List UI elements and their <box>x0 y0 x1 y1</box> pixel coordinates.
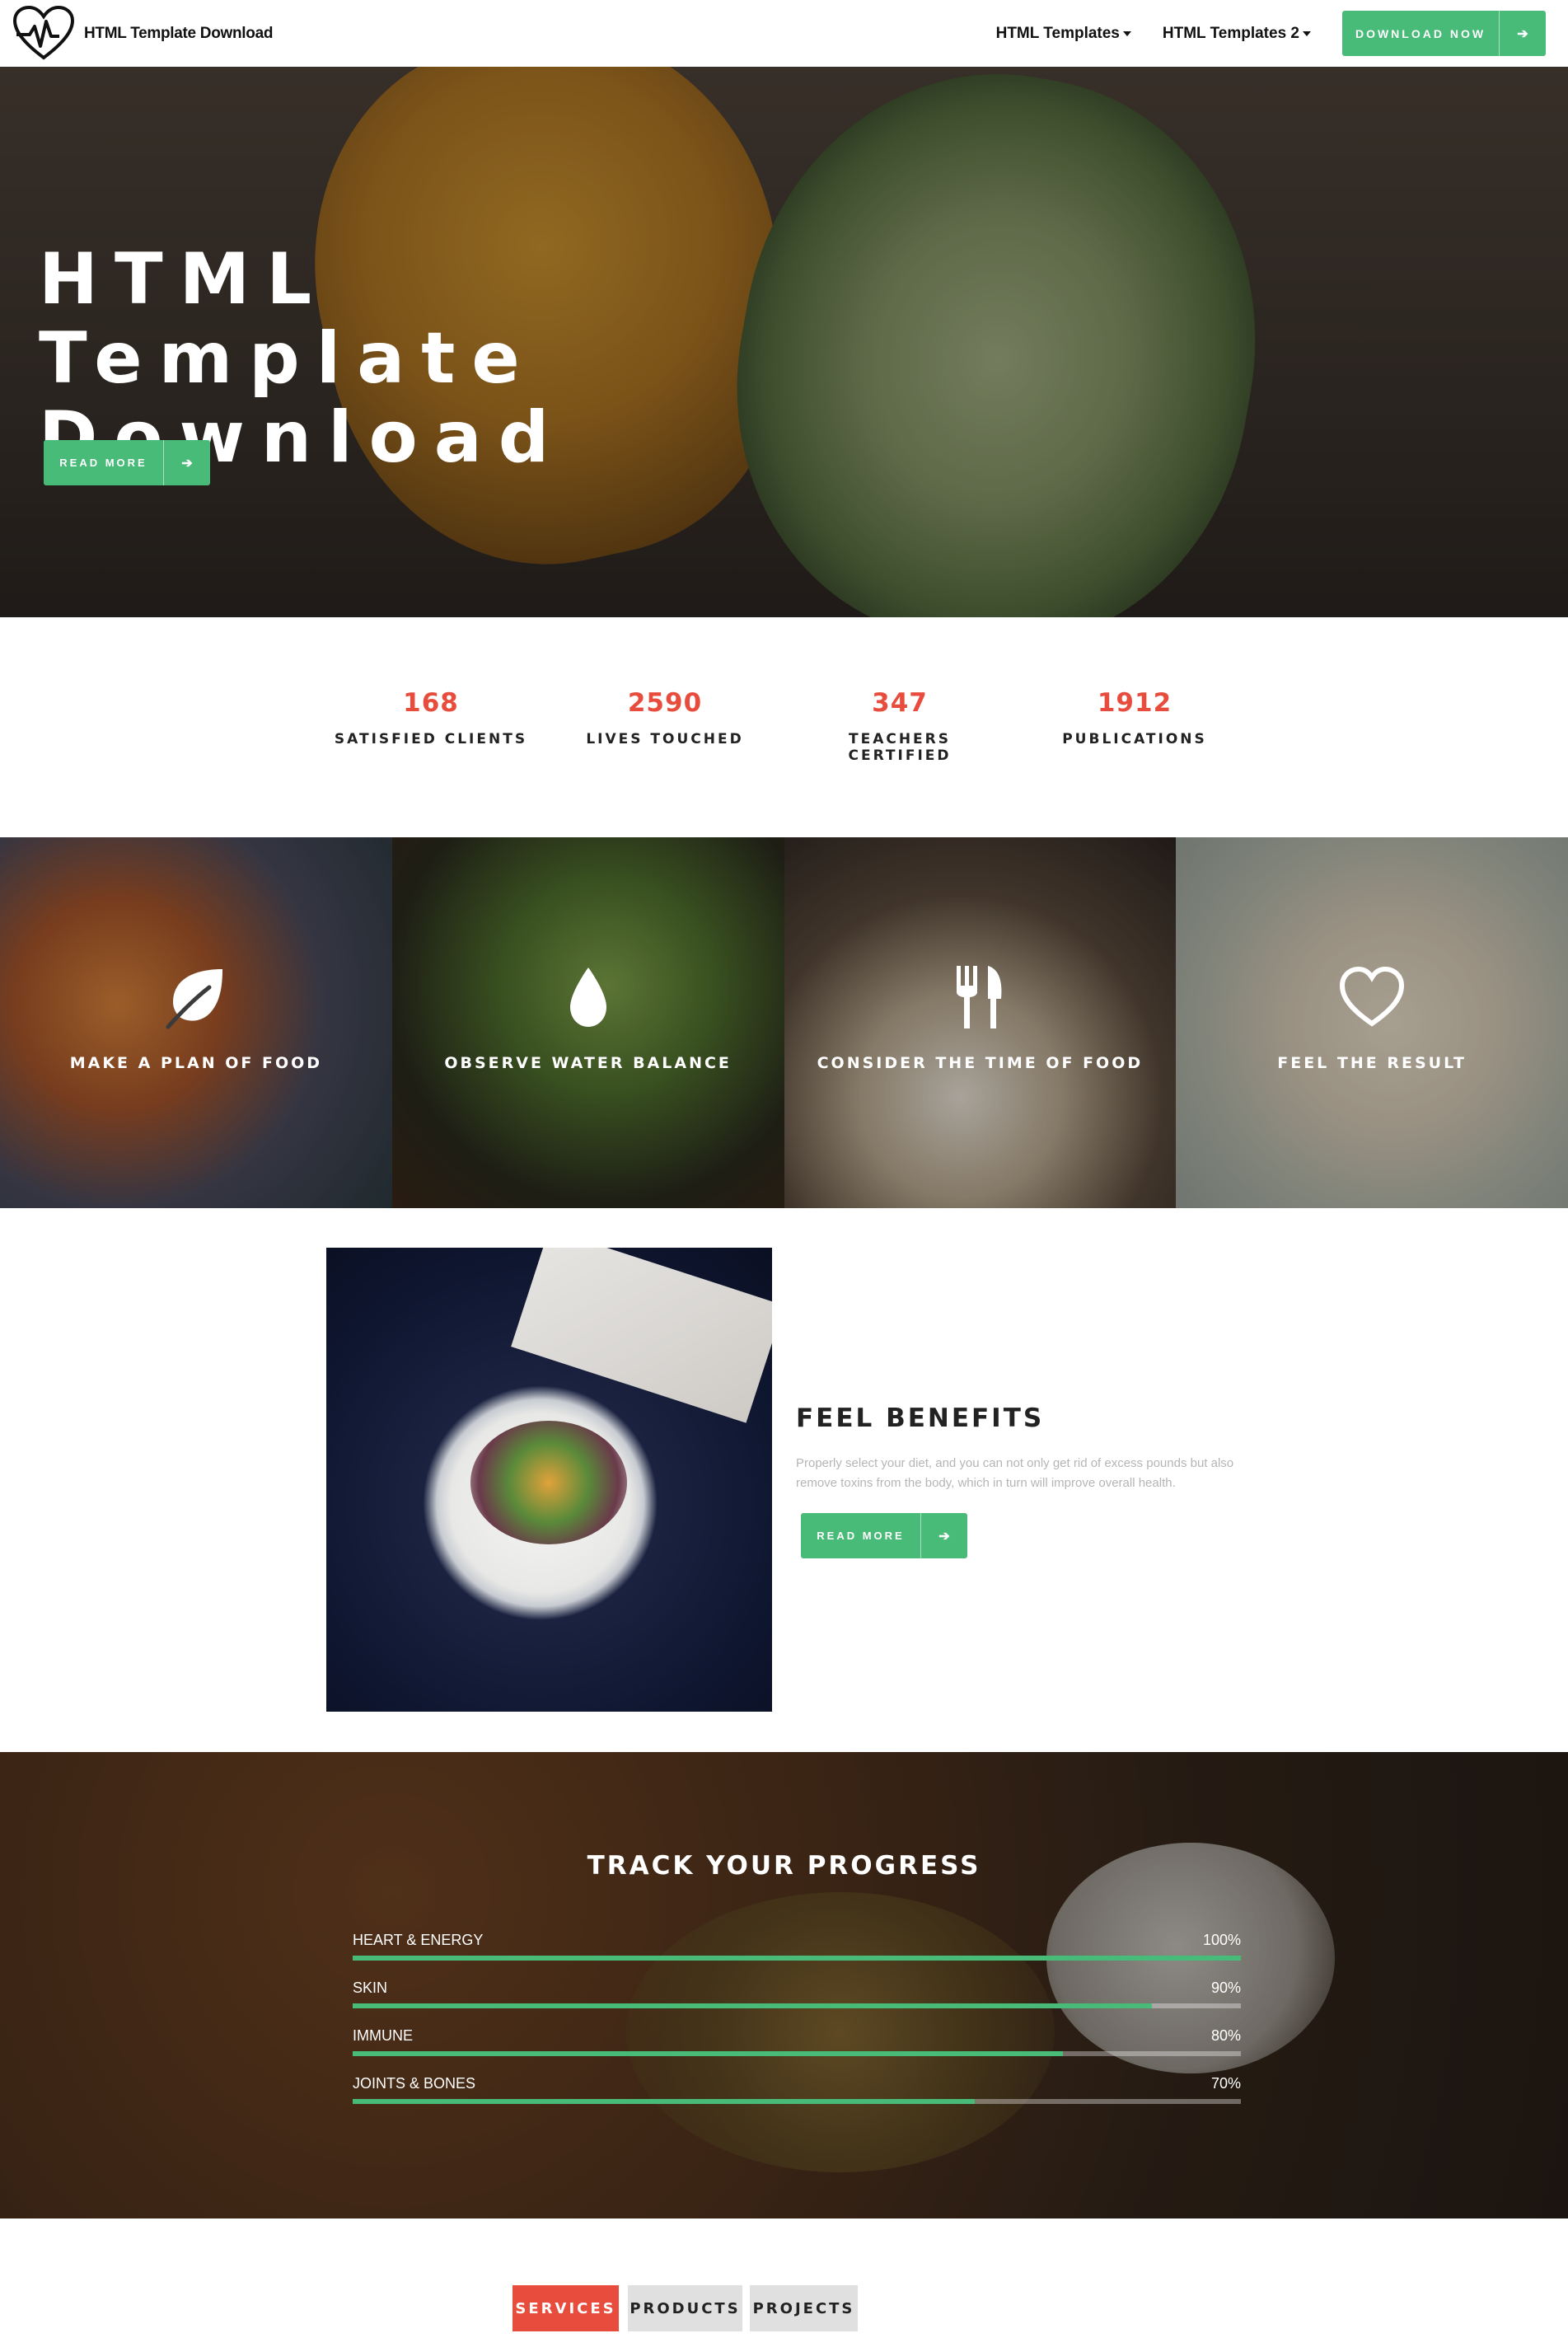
bar-percent: 80% <box>1210 2027 1241 2044</box>
bar-label: SKIN <box>353 1980 388 1996</box>
salad-shape <box>470 1421 627 1544</box>
fork-knife-icon <box>957 966 1002 1028</box>
progress-bar-joints-bones: JOINTS & BONES 70% <box>353 2075 1241 2104</box>
bar-fill <box>353 2051 1064 2056</box>
tile-feel-the-result[interactable]: FEEL THE RESULT <box>1176 837 1568 1208</box>
tabs-section: SERVICES PRODUCTS PROJECTS <box>0 2218 1568 2352</box>
arrow-right-icon: ➔ <box>1499 11 1546 56</box>
bar-percent: 70% <box>1210 2075 1241 2092</box>
arrow-right-icon: ➔ <box>920 1513 967 1558</box>
nav-html-templates[interactable]: HTML Templates <box>996 25 1131 43</box>
tile-label: MAKE A PLAN OF FOOD <box>69 1054 323 1072</box>
chevron-down-icon <box>1122 30 1131 36</box>
progress-section: TRACK YOUR PROGRESS HEART & ENERGY 100% S… <box>0 1752 1568 2218</box>
stat-value: 2590 <box>627 688 703 718</box>
bar-fill <box>353 1956 1241 1961</box>
brand-name: HTML Template Download <box>84 24 274 42</box>
bar-track <box>353 2003 1241 2008</box>
tile-observe-water-balance[interactable]: OBSERVE WATER BALANCE <box>391 837 784 1208</box>
stat-teachers-certified: 347 TEACHERS CERTIFIED <box>801 688 999 764</box>
brand[interactable]: HTML Template Download <box>12 5 273 63</box>
bar-fill <box>353 2003 1153 2008</box>
benefits-read-more-label: READ MORE <box>817 1530 905 1542</box>
tile-label: FEEL THE RESULT <box>1277 1054 1467 1072</box>
stat-satisfied-clients: 168 SATISFIED CLIENTS <box>332 688 530 747</box>
benefits-section: FEEL BENEFITS Properly select your diet,… <box>0 1208 1568 1752</box>
benefits-text: Properly select your diet, and you can n… <box>796 1456 1234 1490</box>
tile-consider-the-time-of-food[interactable]: CONSIDER THE TIME OF FOOD <box>784 837 1177 1208</box>
bar-percent: 100% <box>1202 1932 1241 1948</box>
nav-html-templates-2[interactable]: HTML Templates 2 <box>1163 25 1311 43</box>
stat-label: PUBLICATIONS <box>1062 731 1207 747</box>
stat-label: SATISFIED CLIENTS <box>334 731 528 747</box>
download-now-label: DOWNLOAD NOW <box>1355 26 1486 40</box>
download-now-button[interactable]: DOWNLOAD NOW ➔ <box>1342 11 1546 56</box>
salad-plate-image <box>326 1248 772 1712</box>
tile-label: OBSERVE WATER BALANCE <box>444 1054 732 1072</box>
leaf-icon <box>166 969 222 1029</box>
stat-publications: 1912 PUBLICATIONS <box>1036 688 1233 747</box>
hero-read-more-label: READ MORE <box>59 457 147 469</box>
stat-value: 1912 <box>1097 688 1172 718</box>
hero-title-line1: HTML Template <box>39 238 536 400</box>
stat-label: LIVES TOUCHED <box>586 731 744 747</box>
main-nav: HTML Templates HTML Templates 2 DOWNLOAD… <box>996 0 1568 67</box>
tile-make-a-plan-of-food[interactable]: MAKE A PLAN OF FOOD <box>0 837 392 1208</box>
stats-section: 168 SATISFIED CLIENTS 2590 LIVES TOUCHED… <box>0 617 1568 837</box>
arrow-right-icon: ➔ <box>163 440 210 485</box>
hero-section: HTML Template Download READ MORE ➔ <box>0 67 1568 617</box>
bar-track <box>353 2051 1241 2056</box>
stat-lives-touched: 2590 LIVES TOUCHED <box>566 688 764 747</box>
tile-label: CONSIDER THE TIME OF FOOD <box>817 1054 1144 1072</box>
bar-percent: 90% <box>1210 1980 1241 1996</box>
heart-pulse-logo-icon <box>12 5 75 59</box>
tab-products[interactable]: PRODUCTS <box>628 2285 742 2331</box>
stat-value: 347 <box>872 688 928 718</box>
hero-read-more-button[interactable]: READ MORE ➔ <box>44 440 210 485</box>
stat-label: TEACHERS CERTIFIED <box>848 731 952 764</box>
stat-value: 168 <box>403 688 459 718</box>
progress-bar-skin: SKIN 90% <box>353 1980 1241 2008</box>
bar-track <box>353 1956 1241 1961</box>
bar-track <box>353 2099 1241 2104</box>
navbar: HTML Template Download HTML Templates HT… <box>0 0 1568 67</box>
progress-bar-heart-energy: HEART & ENERGY 100% <box>353 1932 1241 1961</box>
bar-label: HEART & ENERGY <box>353 1932 484 1948</box>
nav-html-templates-label: HTML Templates <box>995 24 1120 42</box>
water-drop-icon <box>569 968 606 1027</box>
benefits-read-more-button[interactable]: READ MORE ➔ <box>801 1513 967 1558</box>
bar-label: JOINTS & BONES <box>353 2075 476 2092</box>
tab-projects[interactable]: PROJECTS <box>750 2285 858 2331</box>
progress-title: TRACK YOUR PROGRESS <box>587 1851 981 1881</box>
nav-html-templates-2-label: HTML Templates 2 <box>1162 24 1299 42</box>
bar-fill <box>353 2099 975 2104</box>
bar-label: IMMUNE <box>353 2027 413 2044</box>
feature-tiles: MAKE A PLAN OF FOOD OBSERVE WATER BALANC… <box>0 837 1568 1208</box>
tab-services[interactable]: SERVICES <box>513 2285 619 2331</box>
benefits-title: FEEL BENEFITS <box>796 1403 1045 1433</box>
heart-icon <box>1340 966 1405 1027</box>
chevron-down-icon <box>1303 30 1311 36</box>
progress-bar-immune: IMMUNE 80% <box>353 2027 1241 2056</box>
napkin-shape <box>511 1248 772 1423</box>
